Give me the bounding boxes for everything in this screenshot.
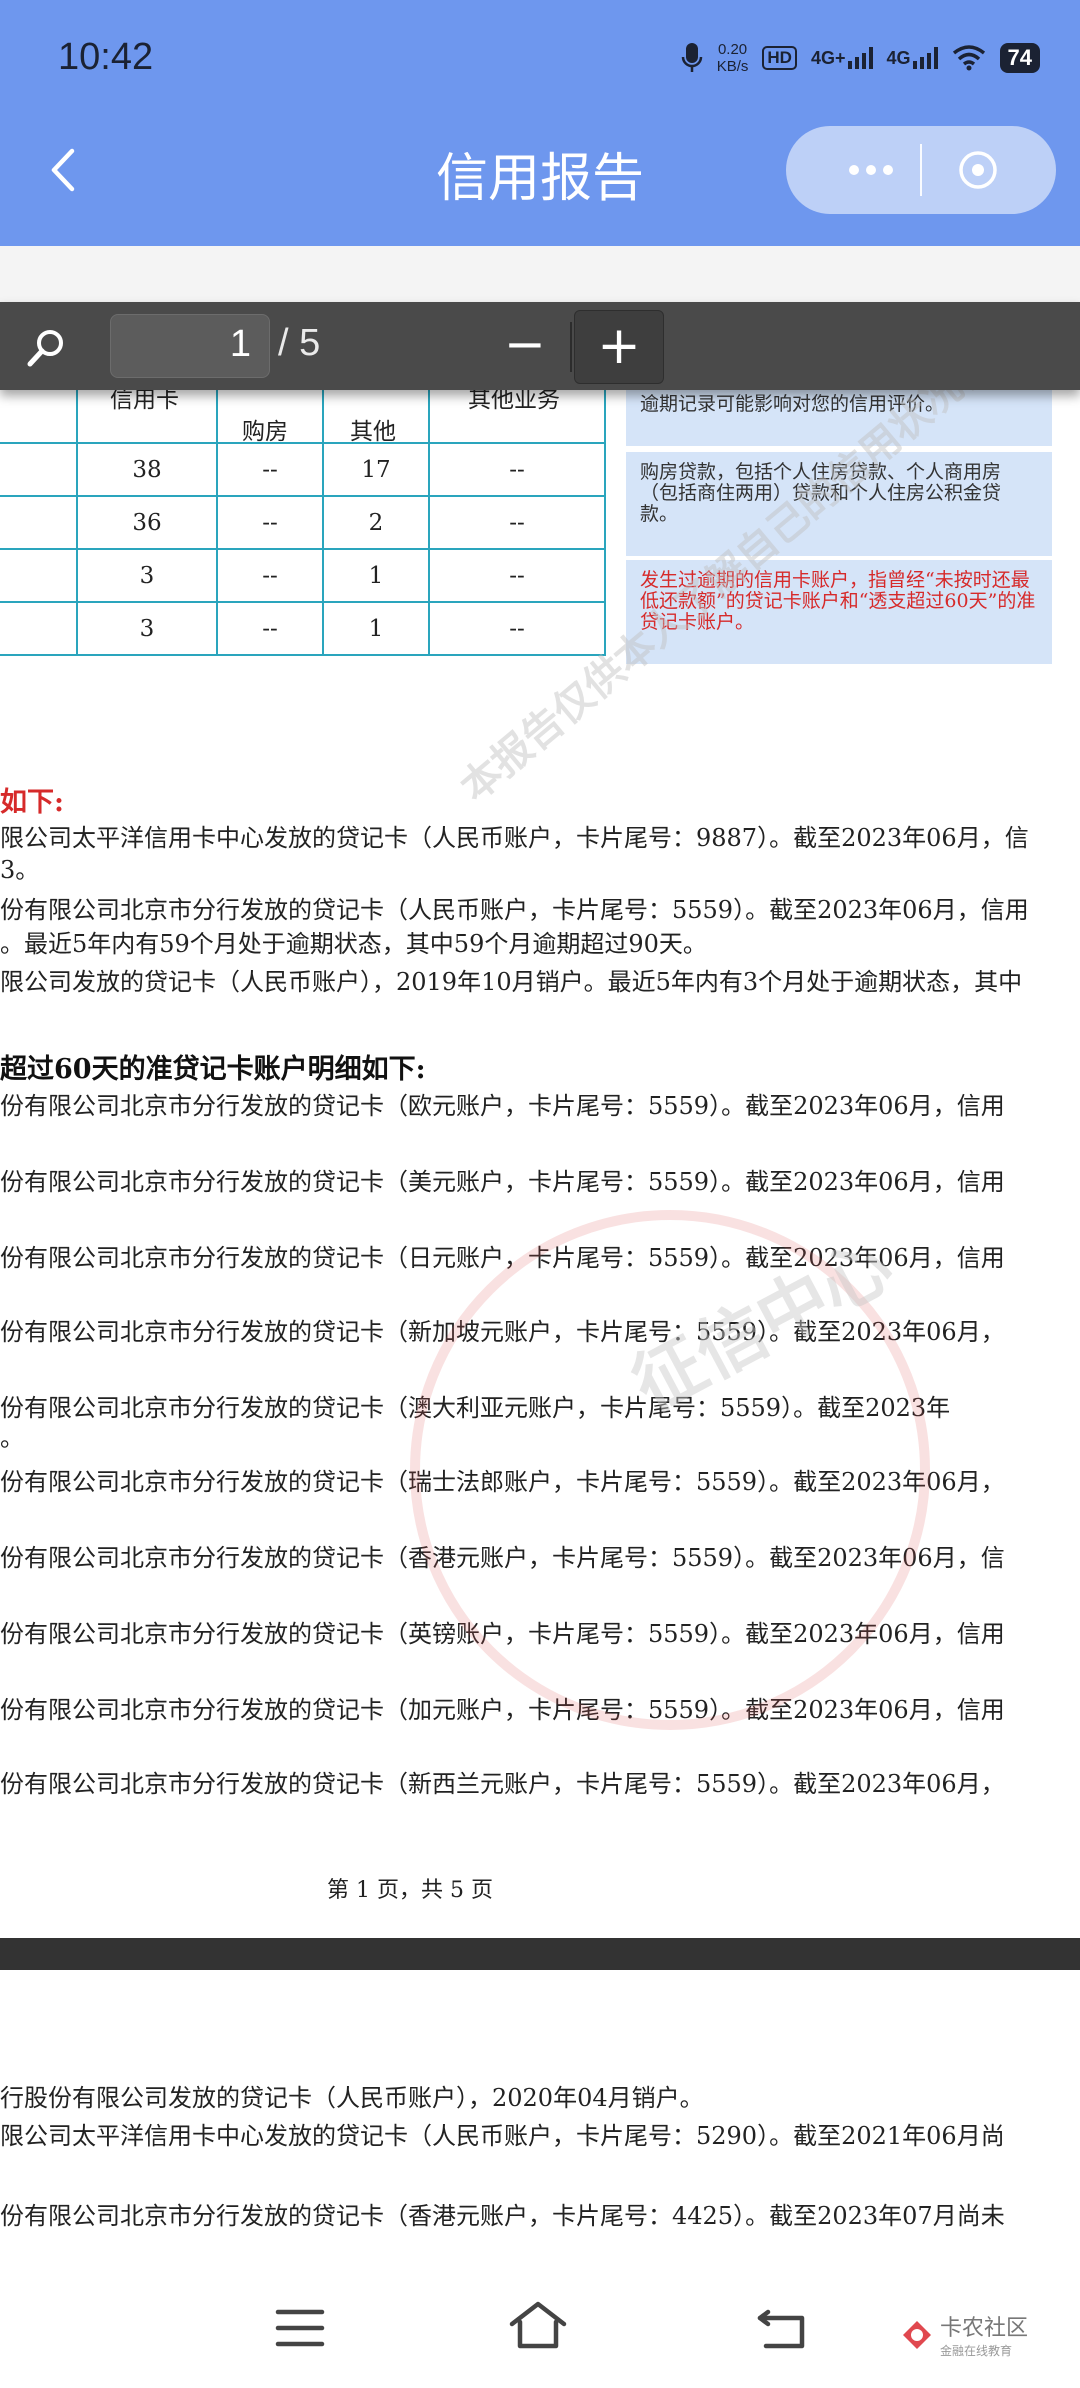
microphone-icon [681, 43, 702, 72]
detail-line: 份有限公司北京市分行发放的贷记卡（新西兰元账户，卡片尾号：5559）。截至202… [0, 1770, 1005, 1798]
detail-line: 份有限公司北京市分行发放的贷记卡（新加坡元账户，卡片尾号：5559）。截至202… [0, 1318, 1005, 1346]
summary-table: 38 -- 17 -- 36 -- 2 -- 3 -- 1 -- 3 -- 1 -- [0, 390, 606, 656]
signal-sim2-icon: 4G [887, 47, 938, 69]
pdf-page-2[interactable]: 行股份有限公司发放的贷记卡（人民币账户），2020年04月销户。 限公司太平洋信… [0, 1970, 1080, 2270]
app-header: 10:42 0.20 KB/s HD 4G+ 4G 74 信用报告 [0, 0, 1080, 246]
detail-line: 份有限公司北京市分行发放的贷记卡（瑞士法郎账户，卡片尾号：5559）。截至202… [0, 1468, 1005, 1496]
detail-line: 份有限公司北京市分行发放的贷记卡（英镑账户，卡片尾号：5559）。截至2023年… [0, 1620, 1005, 1648]
viewer-top-margin [0, 246, 1080, 302]
table-row: 38 -- 17 -- [0, 442, 606, 497]
zoom-divider [570, 322, 572, 372]
page-total: / 5 [278, 322, 321, 364]
kanong-logo-icon [903, 2320, 931, 2349]
brand-watermark: 卡农社区 金融在线教育 [900, 2310, 1028, 2359]
table-header-row [0, 390, 606, 444]
wifi-icon [952, 45, 985, 71]
detail-line: 。 [0, 1424, 24, 1452]
page-footer: 第 1 页，共 5 页 [327, 1878, 493, 1903]
pdf-page-1[interactable]: 信用卡 购房 其他 其他业务 38 -- 17 -- 36 -- 2 -- 3 -- 1 -- 3… [0, 390, 1080, 1938]
zoom-in-button[interactable]: + [574, 310, 664, 384]
detail-line: 行股份有限公司发放的贷记卡（人民币账户），2020年04月销户。 [0, 2084, 704, 2112]
detail-line: 份有限公司北京市分行发放的贷记卡（日元账户，卡片尾号：5559）。截至2023年… [0, 1244, 1005, 1272]
detail-line: 份有限公司北京市分行发放的贷记卡（香港元账户，卡片尾号：5559）。截至2023… [0, 1544, 1005, 1572]
table-row: 3 -- 1 -- [0, 548, 606, 603]
detail-line: 。最近5年内有59个月处于逾期状态，其中59个月逾期超过90天。 [0, 930, 707, 958]
back-nav-icon[interactable] [752, 2298, 812, 2358]
detail-line: 限公司太平洋信用卡中心发放的贷记卡（人民币账户，卡片尾号：9887）。截至202… [0, 824, 1029, 852]
section-heading-overdue: 如下: [0, 787, 64, 818]
home-icon[interactable] [506, 2296, 570, 2356]
pdf-toolbar: 1 / 5 − + [0, 302, 1080, 390]
table-row: 36 -- 2 -- [0, 495, 606, 550]
search-icon[interactable] [24, 324, 70, 370]
detail-line: 3。 [0, 856, 40, 884]
signal-sim1-icon: 4G+ [811, 47, 873, 69]
page-number-input[interactable]: 1 [110, 314, 270, 378]
close-icon[interactable] [956, 148, 1000, 192]
detail-line: 份有限公司北京市分行发放的贷记卡（美元账户，卡片尾号：5559）。截至2023年… [0, 1168, 1005, 1196]
system-nav-bar: 卡农社区 金融在线教育 [0, 2270, 1080, 2388]
detail-line: 份有限公司北京市分行发放的贷记卡（人民币账户，卡片尾号：5559）。截至2023… [0, 896, 1029, 924]
status-time: 10:42 [58, 36, 154, 78]
more-menu-icon[interactable] [826, 150, 916, 190]
capsule-divider [920, 144, 922, 196]
mini-program-capsule [786, 126, 1056, 214]
net-speed: 0.20 KB/s [716, 41, 749, 75]
detail-line: 份有限公司北京市分行发放的贷记卡（加元账户，卡片尾号：5559）。截至2023年… [0, 1696, 1005, 1724]
detail-line: 限公司太平洋信用卡中心发放的贷记卡（人民币账户，卡片尾号：5290）。截至202… [0, 2122, 1005, 2150]
status-icons: 0.20 KB/s HD 4G+ 4G 74 [681, 36, 1040, 80]
detail-line: 份有限公司北京市分行发放的贷记卡（欧元账户，卡片尾号：5559）。截至2023年… [0, 1092, 1005, 1120]
detail-line: 份有限公司北京市分行发放的贷记卡（香港元账户，卡片尾号：4425）。截至2023… [0, 2202, 1005, 2230]
hd-voice-icon: HD [762, 46, 797, 70]
detail-line: 限公司发放的贷记卡（人民币账户），2019年10月销户。最近5年内有3个月处于逾… [0, 968, 1023, 996]
menu-icon[interactable] [270, 2298, 330, 2358]
table-row: 3 -- 1 -- [0, 601, 606, 656]
section-heading-quasi-credit: 超过60天的准贷记卡账户明细如下: [0, 1054, 426, 1085]
battery-icon: 74 [999, 43, 1040, 73]
zoom-out-button[interactable]: − [480, 314, 570, 380]
page-separator [0, 1938, 1080, 1970]
